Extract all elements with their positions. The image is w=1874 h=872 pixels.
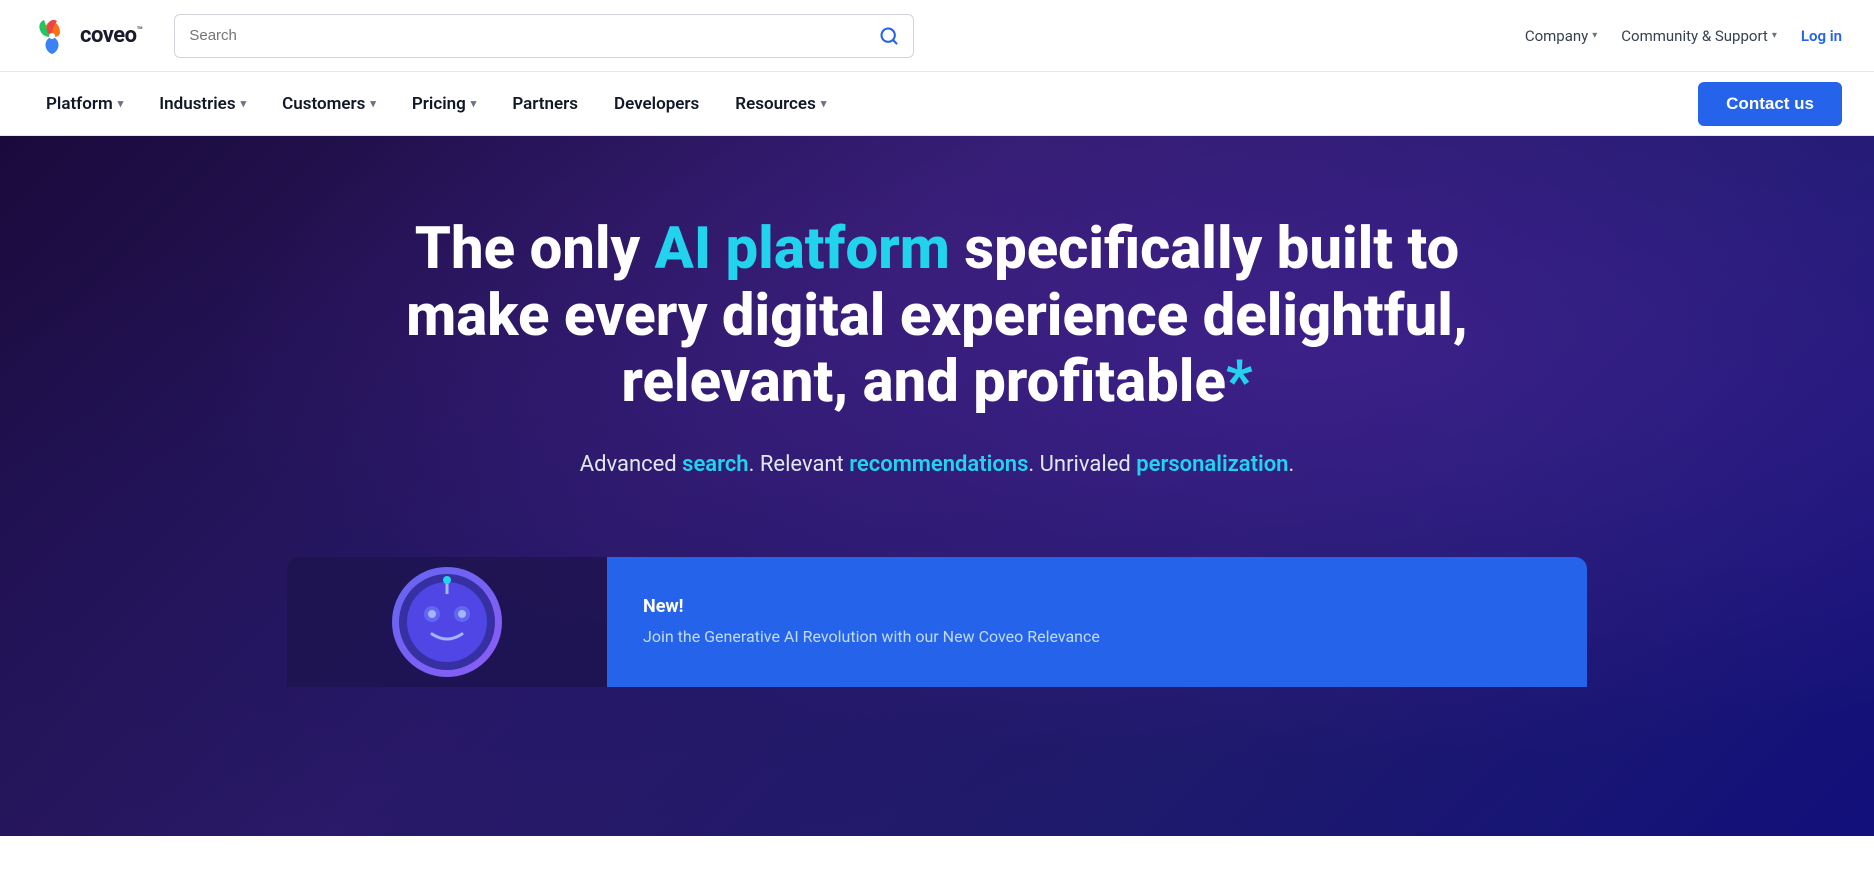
coveo-logo-icon xyxy=(32,16,72,56)
search-icon xyxy=(879,26,899,46)
search-button[interactable] xyxy=(879,26,899,46)
pricing-chevron-icon: ▾ xyxy=(471,97,477,110)
customers-chevron-icon: ▾ xyxy=(370,97,376,110)
company-link[interactable]: Company ▾ xyxy=(1525,27,1597,45)
industries-chevron-icon: ▾ xyxy=(241,97,247,110)
top-right-nav: Company ▾ Community & Support ▾ Log in xyxy=(1525,27,1842,45)
nav-item-customers[interactable]: Customers ▾ xyxy=(268,86,390,122)
login-link[interactable]: Log in xyxy=(1801,27,1842,45)
hero-cards: New! Join the Generative AI Revolution w… xyxy=(287,557,1587,687)
logo-text: coveo™ xyxy=(80,23,142,48)
nav-item-pricing[interactable]: Pricing ▾ xyxy=(398,86,490,122)
nav-item-partners[interactable]: Partners xyxy=(498,86,592,122)
search-bar xyxy=(174,14,914,58)
hero-subtitle: Advanced search. Relevant recommendation… xyxy=(337,452,1537,477)
top-bar: coveo™ Company ▾ Community & Support ▾ L… xyxy=(0,0,1874,72)
community-chevron-icon: ▾ xyxy=(1772,30,1777,41)
resources-chevron-icon: ▾ xyxy=(821,97,827,110)
nav-item-platform[interactable]: Platform ▾ xyxy=(32,86,137,122)
hero-title: The only AI platform specifically built … xyxy=(337,216,1537,416)
nav-item-developers[interactable]: Developers xyxy=(600,86,713,122)
hero-content: The only AI platform specifically built … xyxy=(337,216,1537,537)
nav-items: Platform ▾ Industries ▾ Customers ▾ Pric… xyxy=(32,86,1698,122)
nav-bar: Platform ▾ Industries ▾ Customers ▾ Pric… xyxy=(0,72,1874,136)
avatar-container xyxy=(392,567,502,677)
community-support-link[interactable]: Community & Support ▾ xyxy=(1621,27,1777,45)
hero-section: The only AI platform specifically built … xyxy=(0,136,1874,836)
robot-avatar-icon xyxy=(397,572,497,672)
search-input[interactable] xyxy=(189,27,879,44)
hero-card-avatar xyxy=(287,557,607,687)
platform-chevron-icon: ▾ xyxy=(118,97,124,110)
hero-card-new[interactable]: New! Join the Generative AI Revolution w… xyxy=(607,557,1587,687)
card-description: Join the Generative AI Revolution with o… xyxy=(643,625,1551,649)
card-new-badge: New! xyxy=(643,596,1551,617)
nav-item-industries[interactable]: Industries ▾ xyxy=(145,86,260,122)
logo-link[interactable]: coveo™ xyxy=(32,16,142,56)
company-chevron-icon: ▾ xyxy=(1592,30,1597,41)
contact-us-button[interactable]: Contact us xyxy=(1698,82,1842,126)
nav-item-resources[interactable]: Resources ▾ xyxy=(721,86,840,122)
